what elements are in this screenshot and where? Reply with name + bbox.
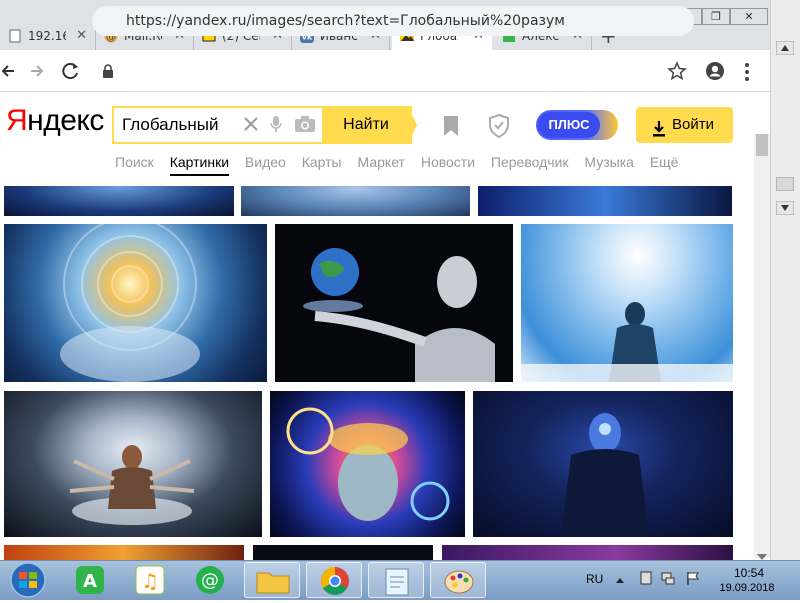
paint-palette-icon [444,570,474,594]
services-nav: Поиск Картинки Видео Карты Маркет Новост… [115,154,690,176]
outer-scroll-down-icon[interactable] [775,200,795,219]
profile-icon[interactable] [705,61,725,85]
start-button[interactable] [8,562,48,602]
image-result[interactable] [4,224,267,382]
service-music[interactable]: Музыка [584,154,634,170]
service-news[interactable]: Новости [421,154,475,170]
clock-date[interactable]: 19.09.2018 [712,582,782,594]
svg-text:@: @ [201,570,219,591]
search-button-arrow [408,106,417,144]
taskbar-chrome[interactable] [306,562,362,598]
back-icon[interactable] [0,58,20,88]
bookmark-star-icon[interactable] [667,61,687,85]
restore-button[interactable]: ❐ [702,8,730,25]
image-result[interactable] [270,391,465,537]
outer-scroll-thumb[interactable] [775,176,795,195]
svg-text:♫: ♫ [141,569,159,593]
taskbar-app-launcher[interactable]: A [62,562,118,598]
page-scrollbar[interactable] [754,134,770,558]
service-market[interactable]: Маркет [358,154,405,170]
camera-search-icon[interactable] [294,115,316,137]
lock-icon[interactable] [101,63,115,83]
reload-icon[interactable] [60,59,82,87]
logo-letter: Я [6,104,28,137]
taskbar-paint[interactable] [430,562,486,598]
outer-scroll-up-icon[interactable] [775,40,795,59]
green-a-icon: A [76,566,104,594]
yandex-logo[interactable]: Яндекс [6,104,104,138]
image-result[interactable] [521,224,733,382]
folder-icon [256,572,290,594]
taskbar-explorer[interactable] [244,562,300,598]
image-result[interactable] [478,186,732,216]
clock-time[interactable]: 10:54 [724,566,774,580]
image-result[interactable] [241,186,470,216]
silhouette-light-art [521,302,733,382]
outer-window-scrollbar[interactable] [770,0,800,560]
spiral-art [60,224,200,382]
image-result[interactable] [4,391,262,537]
image-result[interactable] [253,545,433,560]
image-result[interactable] [473,391,733,537]
forward-icon[interactable] [28,58,48,88]
tab-router[interactable]: 192.16 ✕ [0,22,96,50]
microphone-icon[interactable] [269,114,283,138]
tray-expand-icon[interactable] [614,572,626,591]
close-tab-icon[interactable]: ✕ [76,28,87,43]
shield-icon[interactable] [488,113,510,143]
image-result[interactable] [4,545,244,560]
hooded-figure-art [561,413,649,537]
search-input[interactable] [122,115,240,135]
logo-text: ндекс [27,104,104,137]
action-center-flag-icon[interactable] [685,570,701,590]
service-translator[interactable]: Переводчик [491,154,569,170]
menu-dots-icon[interactable] [743,62,751,86]
music-note-icon: ♫ [135,565,165,595]
address-bar[interactable]: https://yandex.ru/images/search?text=Гло… [92,6,694,36]
close-window-button[interactable]: ✕ [730,8,768,25]
device-tray-icon[interactable] [638,570,654,590]
chrome-icon [321,567,349,595]
notepad-icon [385,568,409,596]
login-button[interactable]: Войти [636,107,733,143]
page-icon [8,29,22,43]
browser-toolbar [0,50,770,92]
robot-globe-art [303,248,495,382]
image-result[interactable] [4,186,234,216]
page-scrollbar-thumb[interactable] [756,134,768,156]
at-sign-icon: @ [196,566,224,594]
open-head-art [286,407,450,521]
login-icon [652,116,666,152]
image-result[interactable] [442,545,733,560]
taskbar-music[interactable]: ♫ [122,562,178,598]
svg-text:A: A [83,571,97,592]
language-indicator[interactable]: RU [586,572,603,586]
service-maps[interactable]: Карты [302,154,342,170]
meditation-art [69,445,195,525]
collections-bookmark-icon[interactable] [441,114,461,142]
taskbar-notepad[interactable] [368,562,424,598]
tab-title: 192.16 [28,29,66,43]
search-button[interactable]: Найти [322,106,410,144]
clear-search-icon[interactable] [243,116,259,136]
plus-button[interactable]: ПЛЮС [538,112,600,138]
service-more[interactable]: Ещё [650,154,679,170]
service-images[interactable]: Картинки [169,154,230,176]
network-tray-icon[interactable] [660,570,676,590]
url-text: https://yandex.ru/images/search?text=Гло… [126,13,565,29]
service-video[interactable]: Видео [245,154,286,170]
login-label: Войти [672,116,714,133]
service-search[interactable]: Поиск [115,154,154,170]
taskbar-mail-agent[interactable]: @ [182,562,238,598]
image-result[interactable] [275,224,513,382]
